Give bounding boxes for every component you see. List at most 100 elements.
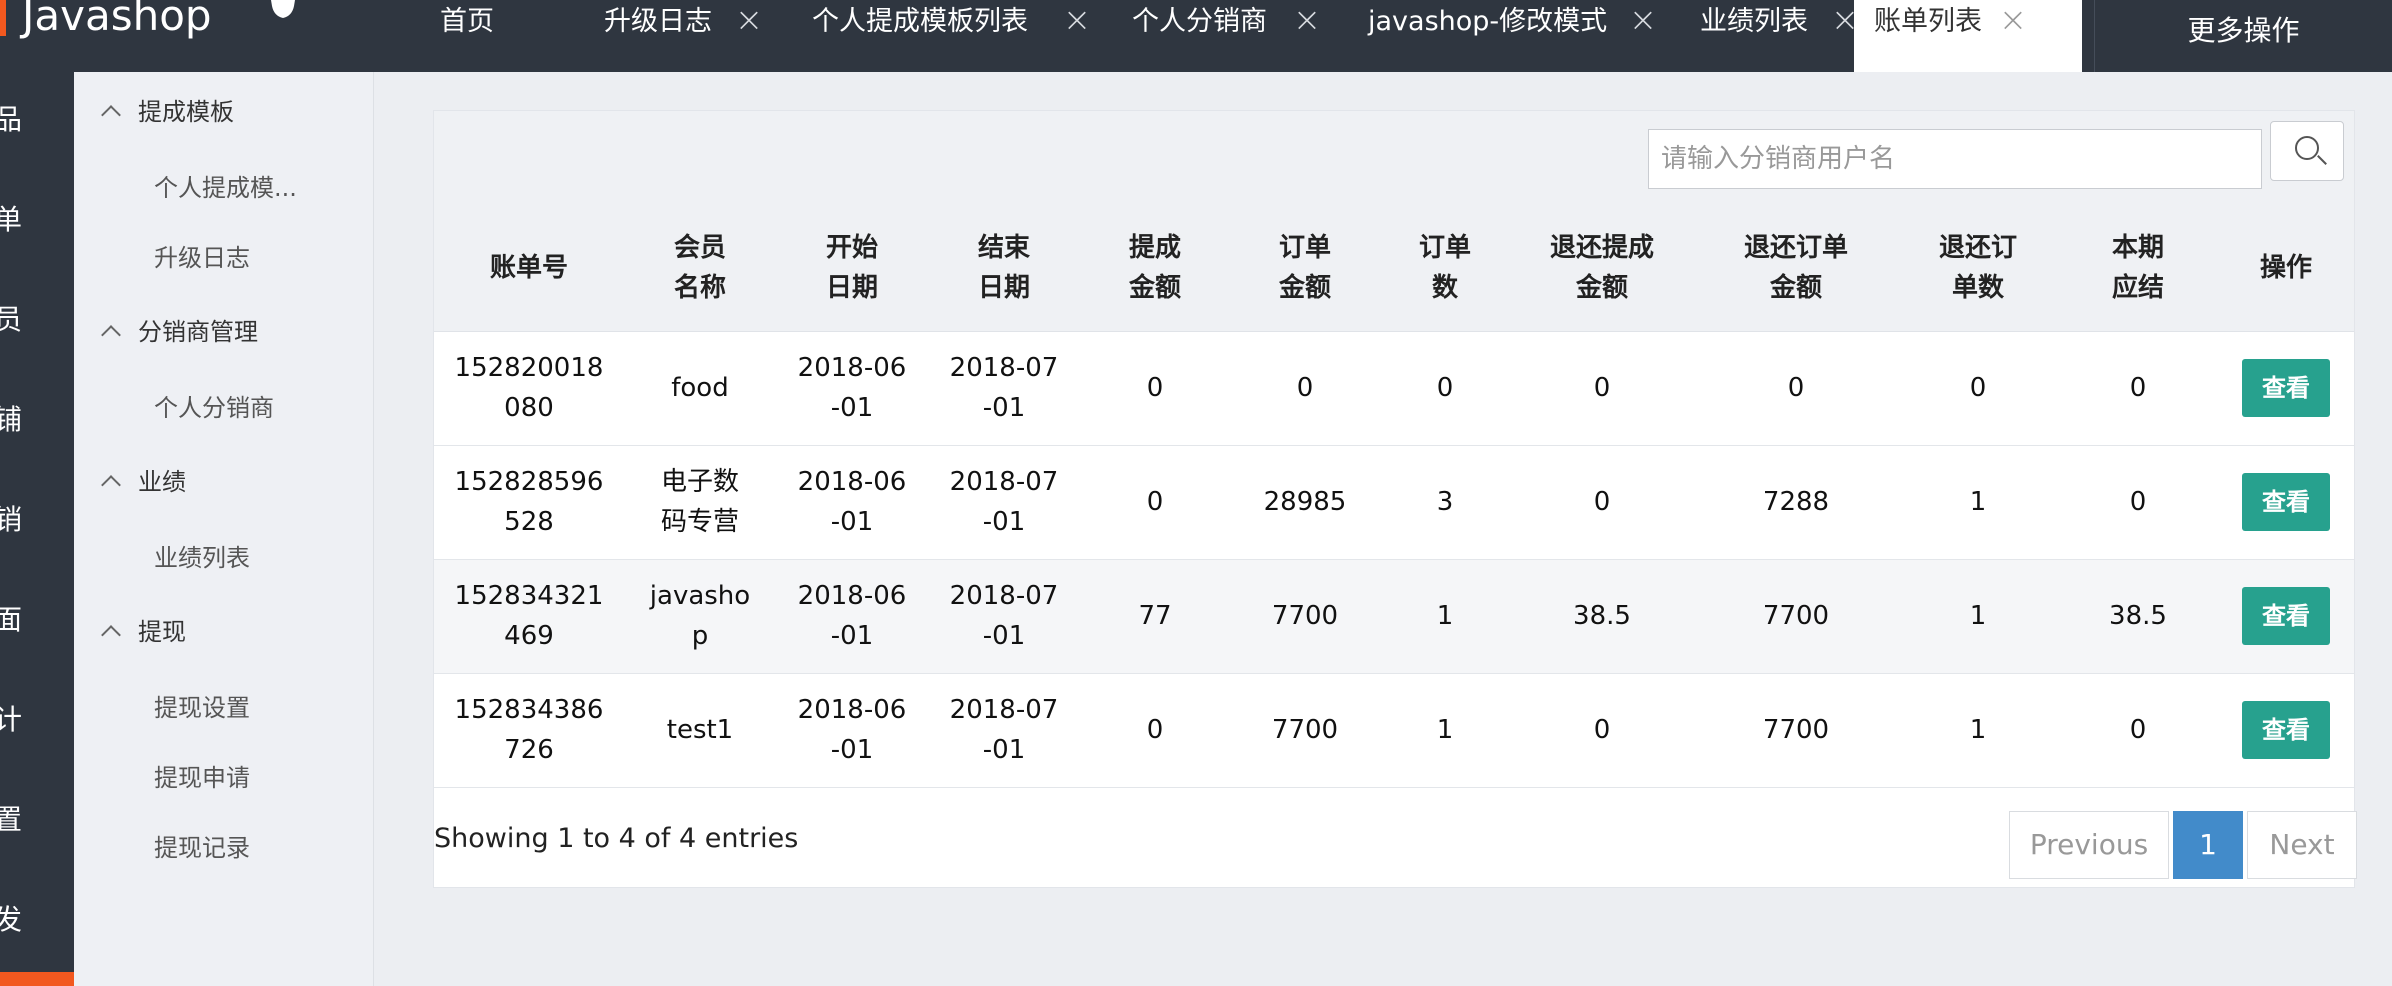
cell-text: 0 bbox=[1593, 487, 1611, 517]
iconbar-item-5[interactable]: 销 bbox=[0, 500, 24, 540]
search-button[interactable] bbox=[2270, 121, 2344, 181]
column-header-line: 金额 bbox=[1128, 272, 1181, 303]
cell-text: 0 bbox=[1296, 373, 1314, 403]
table-header-row: 账单号 会员 名称 开始 日期 结束 日期 提成 金额 订单 金额 订单数退还提成 金额 退还订单 金额 退还… bbox=[434, 205, 2354, 332]
iconbar-accent bbox=[0, 972, 74, 986]
cell-text: 7700 bbox=[1762, 601, 1830, 631]
iconbar-item-2[interactable]: 单 bbox=[0, 200, 24, 240]
table-cell: 77 bbox=[1080, 559, 1230, 674]
view-button[interactable]: 查看 bbox=[2242, 587, 2330, 645]
table-cell-action: 查看 bbox=[2218, 331, 2354, 446]
previous-page-button[interactable]: Previous bbox=[2009, 811, 2169, 879]
chevron-up-icon bbox=[101, 325, 121, 345]
iconbar-item-1[interactable]: 品 bbox=[0, 100, 24, 140]
table-cell: 2018-06 -01 bbox=[776, 559, 928, 674]
submenu-item[interactable]: 业绩列表 bbox=[154, 538, 250, 578]
cell-text: -01 bbox=[830, 507, 874, 537]
close-icon[interactable]: × bbox=[1998, 2, 2028, 38]
submenu-item[interactable]: 提现记录 bbox=[154, 828, 250, 868]
table-cell: 152828596 528 bbox=[434, 445, 624, 560]
view-button[interactable]: 查看 bbox=[2242, 359, 2330, 417]
iconbar-item-6[interactable]: 面 bbox=[0, 600, 24, 640]
table-cell: 电子数 码专营 bbox=[624, 445, 776, 560]
submenu-group-2[interactable]: 分销商管理 bbox=[90, 312, 258, 352]
table-cell: 1 bbox=[1898, 559, 2058, 674]
table-cell: 2018-06 -01 bbox=[776, 673, 928, 788]
tab-4[interactable]: 个人分销商 × bbox=[1132, 0, 1332, 72]
column-header-line: 退还订单 bbox=[1743, 232, 1848, 263]
view-button[interactable]: 查看 bbox=[2242, 701, 2330, 759]
view-button[interactable]: 查看 bbox=[2242, 473, 2330, 531]
tab-label: 业绩列表 bbox=[1700, 6, 1808, 37]
tab-6[interactable]: 业绩列表 × bbox=[1700, 0, 1870, 72]
iconbar-item-4[interactable]: 铺 bbox=[0, 400, 24, 440]
search-input[interactable] bbox=[1648, 129, 2262, 189]
submenu-group-label: 业绩 bbox=[138, 468, 186, 496]
table-cell: 0 bbox=[1510, 331, 1694, 446]
cell-text: -01 bbox=[830, 393, 874, 423]
icon-sidebar: 品单员铺销面计置发 bbox=[0, 72, 74, 986]
cell-text: javasho bbox=[649, 581, 751, 611]
tab-7[interactable]: 账单列表 × bbox=[1854, 0, 2082, 72]
column-header: 账单号 bbox=[434, 205, 624, 332]
column-header-line: 开始 bbox=[825, 232, 878, 263]
column-header-line: 退还提成 bbox=[1549, 232, 1654, 263]
submenu-item[interactable]: 提现设置 bbox=[154, 688, 250, 728]
column-header: 退还提成 金额 bbox=[1510, 205, 1694, 332]
submenu-item[interactable]: 升级日志 bbox=[154, 238, 250, 278]
cell-text: 0 bbox=[1146, 715, 1164, 745]
next-page-button[interactable]: Next bbox=[2247, 811, 2357, 879]
submenu-group-label: 提现 bbox=[138, 618, 186, 646]
cell-text: 7700 bbox=[1271, 715, 1339, 745]
submenu-group-1[interactable]: 提成模板 bbox=[90, 92, 234, 132]
cell-text: 2018-06 bbox=[797, 353, 907, 383]
table-row: 152834386 726 test1 2018-06 -01 2018-07 -01 0 77… bbox=[434, 673, 2354, 788]
column-header: 开始 日期 bbox=[776, 205, 928, 332]
cell-text: 0 bbox=[1146, 373, 1164, 403]
table-cell: 0 bbox=[2058, 673, 2218, 788]
cell-text: 0 bbox=[1146, 487, 1164, 517]
cell-text: 0 bbox=[1969, 373, 1987, 403]
cell-text: -01 bbox=[982, 393, 1026, 423]
tab-label: 首页 bbox=[440, 6, 494, 37]
close-icon[interactable]: × bbox=[734, 2, 764, 38]
tab-3[interactable]: 个人提成模板列表 × bbox=[812, 0, 1102, 72]
tab-2[interactable]: 升级日志 × bbox=[604, 0, 774, 72]
tab-5[interactable]: javashop-修改模式 × bbox=[1368, 0, 1668, 72]
iconbar-item-8[interactable]: 置 bbox=[0, 800, 24, 840]
table-cell: 0 bbox=[1080, 673, 1230, 788]
column-header-line: 金额 bbox=[1278, 272, 1331, 303]
search-icon bbox=[2295, 136, 2319, 160]
close-icon[interactable]: × bbox=[1292, 2, 1322, 38]
table-cell: 2018-07 -01 bbox=[928, 559, 1080, 674]
tab-label: 个人提成模板列表 bbox=[812, 6, 1028, 37]
iconbar-item-7[interactable]: 计 bbox=[0, 700, 24, 740]
close-icon[interactable]: × bbox=[1062, 2, 1092, 38]
tab-1[interactable]: 首页 bbox=[440, 0, 540, 72]
table-cell: 7700 bbox=[1694, 559, 1898, 674]
iconbar-item-9[interactable]: 发 bbox=[0, 900, 24, 940]
tab-label: javashop-修改模式 bbox=[1368, 6, 1608, 37]
close-icon[interactable]: × bbox=[1628, 2, 1658, 38]
table-cell: 0 bbox=[2058, 445, 2218, 560]
submenu-group-4[interactable]: 提现 bbox=[90, 612, 186, 652]
submenu-group-3[interactable]: 业绩 bbox=[90, 462, 186, 502]
page-1-button[interactable]: 1 bbox=[2173, 811, 2243, 879]
table-cell: 0 bbox=[1080, 445, 1230, 560]
search-icon-handle bbox=[2317, 155, 2327, 165]
column-header: 会员 名称 bbox=[624, 205, 776, 332]
column-header-line: 订单 bbox=[1418, 232, 1471, 263]
cell-text: 1 bbox=[1969, 487, 1987, 517]
iconbar-item-3[interactable]: 员 bbox=[0, 300, 24, 340]
bell-icon[interactable] bbox=[264, 0, 302, 30]
table-cell: 28985 bbox=[1230, 445, 1380, 560]
submenu-item[interactable]: 个人分销商 bbox=[154, 388, 274, 428]
table-row: 152828596 528 电子数 码专营 2018-06 -01 2018-07 -01 0 2… bbox=[434, 445, 2354, 560]
table-cell: 2018-06 -01 bbox=[776, 445, 928, 560]
more-actions-button[interactable]: 更多操作 bbox=[2094, 0, 2392, 72]
submenu-item[interactable]: 个人提成模... bbox=[154, 168, 297, 208]
submenu-item[interactable]: 提现申请 bbox=[154, 758, 250, 798]
cell-text: 469 bbox=[504, 621, 554, 651]
brand-name: Javashop bbox=[22, 0, 212, 40]
column-header-line: 单数 bbox=[1951, 272, 2004, 303]
